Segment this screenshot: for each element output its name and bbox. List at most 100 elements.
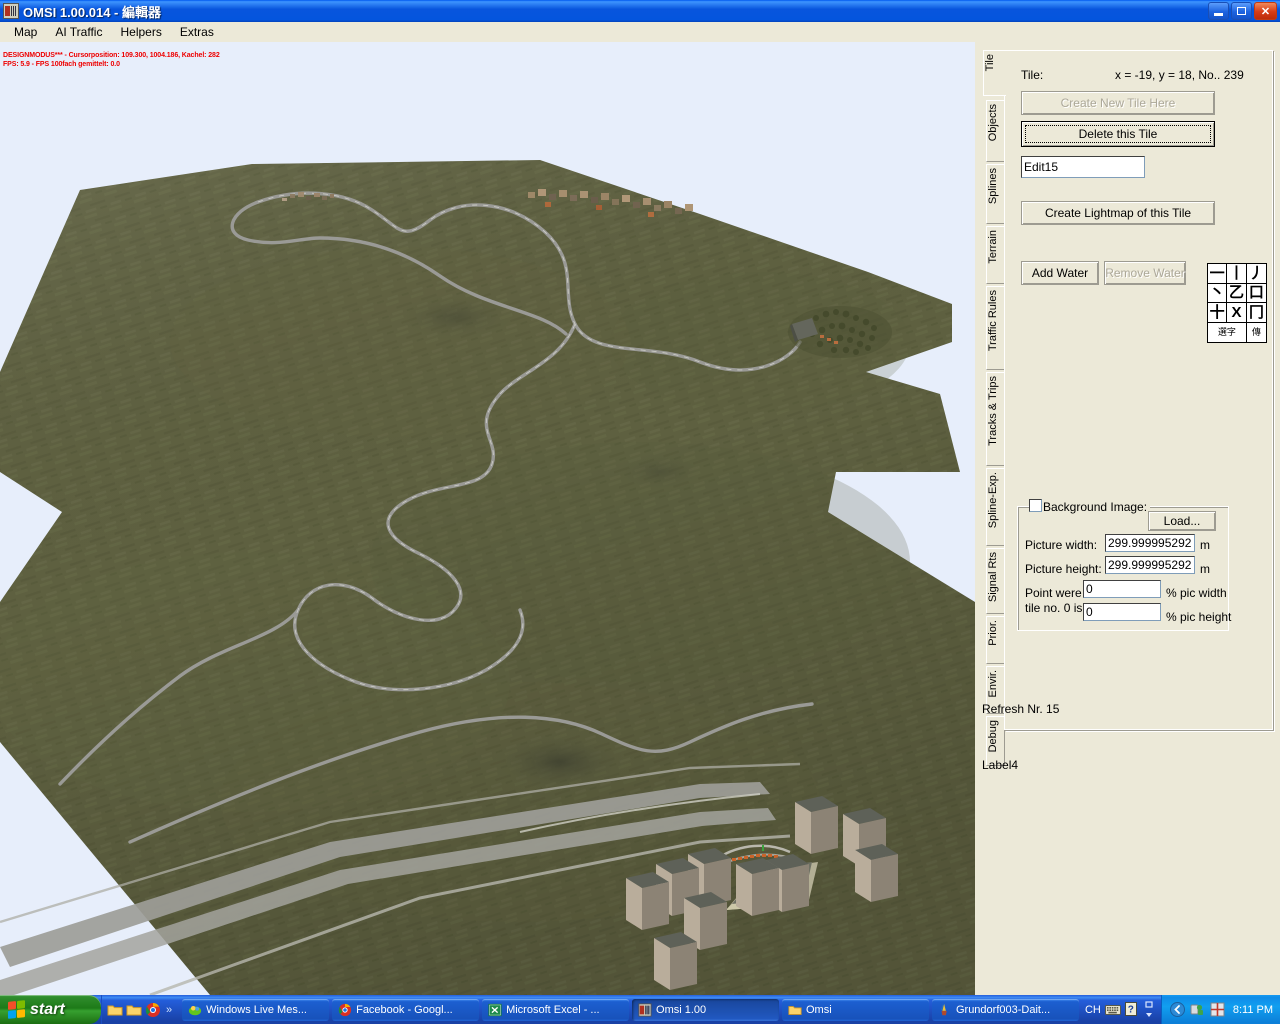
quick-launch-bar: » xyxy=(101,995,177,1024)
title-bar: OMSI 1.00.014 - 編輯器 ✕ xyxy=(0,0,1280,22)
task-button-facebook[interactable]: Facebook - Googl... xyxy=(332,999,479,1021)
picture-width-value: 299.999995292 xyxy=(1108,536,1191,550)
tab-terrain-label: Terrain xyxy=(987,227,999,267)
ime-key-pie[interactable]: 丿 xyxy=(1247,264,1266,284)
keyboard-icon[interactable] xyxy=(1105,1003,1121,1017)
ime-key-dian[interactable]: 丶 xyxy=(1208,284,1227,304)
picture-height-value: 299.999995292 xyxy=(1108,558,1191,572)
tab-terrain[interactable]: Terrain xyxy=(986,226,1005,284)
pic-height-percent-input[interactable]: 0 xyxy=(1083,603,1161,621)
tab-signal-rts[interactable]: Signal Rts xyxy=(986,548,1005,614)
tab-prior-label: Prior. xyxy=(987,617,999,649)
ime-key-cha[interactable]: X xyxy=(1227,303,1246,323)
editor-right-panel: Tile Objects Splines Terrain Traffic Rul… xyxy=(975,42,1280,995)
terrain-landmass xyxy=(0,160,975,995)
create-lightmap-label: Create Lightmap of this Tile xyxy=(1045,206,1191,220)
tab-spline-exp-label: Spline-Exp. xyxy=(987,469,999,531)
windows-logo-icon xyxy=(8,1000,25,1019)
point-were-label-line2: tile no. 0 is: xyxy=(1025,601,1086,615)
tab-traffic-rules[interactable]: Traffic Rules xyxy=(986,286,1005,370)
folder-icon[interactable] xyxy=(107,1002,123,1018)
menu-bar: Map AI Traffic Helpers Extras xyxy=(0,22,1280,42)
point-were-label-line1: Point were xyxy=(1025,586,1082,600)
map-3d-viewport[interactable]: DESIGNMODUS*** - Cursorposition: 109.300… xyxy=(0,42,975,995)
picture-width-input[interactable]: 299.999995292 xyxy=(1105,534,1195,552)
quick-launch-chevron[interactable]: » xyxy=(166,1004,172,1016)
close-button[interactable]: ✕ xyxy=(1254,2,1277,20)
tab-traffic-rules-label: Traffic Rules xyxy=(987,287,999,354)
menu-item-ai-traffic[interactable]: AI Traffic xyxy=(46,23,111,41)
tab-objects[interactable]: Objects xyxy=(986,100,1005,162)
language-bar: CH ? xyxy=(1079,995,1161,1024)
task-button-excel[interactable]: Microsoft Excel - ... xyxy=(482,999,629,1021)
tab-host: Tile Objects Splines Terrain Traffic Rul… xyxy=(983,50,1273,730)
tab-tracks-trips[interactable]: Tracks & Trips xyxy=(986,372,1005,466)
ime-key-zhe[interactable]: 乙 xyxy=(1227,284,1246,304)
tab-tile[interactable]: Tile xyxy=(983,50,1006,96)
folder-icon[interactable] xyxy=(126,1002,142,1018)
show-hidden-icons-chevron[interactable] xyxy=(1170,1002,1185,1017)
ime-key-shi[interactable]: 十 xyxy=(1208,303,1227,323)
tray-app-icon[interactable] xyxy=(1210,1002,1225,1017)
help-icon[interactable]: ? xyxy=(1125,1002,1139,1017)
add-water-button[interactable]: Add Water xyxy=(1021,261,1099,285)
picture-width-unit: m xyxy=(1200,538,1210,552)
network-icon[interactable] xyxy=(1190,1002,1205,1017)
maximize-button[interactable] xyxy=(1231,2,1252,20)
tab-signal-rts-label: Signal Rts xyxy=(987,549,999,605)
excel-icon xyxy=(488,1003,502,1017)
folder-icon xyxy=(788,1003,802,1017)
remove-water-button[interactable]: Remove Water xyxy=(1104,261,1186,285)
picture-height-input[interactable]: 299.999995292 xyxy=(1105,556,1195,574)
task-button-omsi-folder[interactable]: Omsi xyxy=(782,999,929,1021)
omsi-app-icon xyxy=(638,1003,652,1017)
pic-width-percent-input[interactable]: 0 xyxy=(1083,580,1161,598)
debug-overlay-text: DESIGNMODUS*** - Cursorposition: 109.300… xyxy=(3,51,220,69)
ime-key-jiong[interactable]: 冂 xyxy=(1247,303,1266,323)
task-button-messenger[interactable]: Windows Live Mes... xyxy=(182,999,329,1021)
tab-spline-exp[interactable]: Spline-Exp. xyxy=(986,468,1005,546)
ime-language-indicator[interactable]: CH xyxy=(1085,1004,1101,1016)
ime-key-kou[interactable]: 口 xyxy=(1247,284,1266,304)
paint-icon xyxy=(938,1003,952,1017)
clock[interactable]: 8:11 PM xyxy=(1233,1004,1273,1016)
task-button-omsi-app[interactable]: Omsi 1.00 xyxy=(632,999,779,1021)
menu-item-extras[interactable]: Extras xyxy=(171,23,223,41)
tab-debug-label: Debug xyxy=(987,717,999,755)
ime-key-shu[interactable]: 丨 xyxy=(1227,264,1246,284)
ime-key-heng[interactable]: 一 xyxy=(1208,264,1227,284)
menu-item-helpers[interactable]: Helpers xyxy=(111,23,170,41)
ime-stroke-pad[interactable]: 一 丨 丿 丶 乙 口 十 X 冂 選字 傳 xyxy=(1207,263,1267,343)
delete-tile-label: Delete this Tile xyxy=(1079,127,1158,141)
minimize-button[interactable] xyxy=(1208,2,1229,20)
pic-height-percent-unit: % pic height xyxy=(1166,610,1231,624)
delete-tile-button[interactable]: Delete this Tile xyxy=(1021,121,1215,147)
ime-second-key[interactable]: 傳 xyxy=(1247,323,1266,343)
tile-name-input[interactable]: Edit15 xyxy=(1021,156,1145,178)
svg-text:?: ? xyxy=(1128,1005,1134,1016)
label4-status-label: Label4 xyxy=(982,758,1018,772)
create-new-tile-button[interactable]: Create New Tile Here xyxy=(1021,91,1215,115)
debug-line-1: DESIGNMODUS*** - Cursorposition: 109.300… xyxy=(3,51,220,60)
window-title: OMSI 1.00.014 - 編輯器 xyxy=(23,2,161,21)
remove-water-label: Remove Water xyxy=(1105,266,1185,280)
tab-splines[interactable]: Splines xyxy=(986,164,1005,224)
menu-item-map[interactable]: Map xyxy=(5,23,46,41)
chrome-icon xyxy=(338,1003,352,1017)
tab-strip: Tile Objects Splines Terrain Traffic Rul… xyxy=(983,50,1005,730)
ime-arrows-icon[interactable] xyxy=(1143,1001,1155,1019)
client-area: DESIGNMODUS*** - Cursorposition: 109.300… xyxy=(0,42,1280,995)
load-background-button[interactable]: Load... xyxy=(1148,511,1216,531)
tab-objects-label: Objects xyxy=(987,101,999,144)
start-button[interactable]: start xyxy=(0,995,101,1024)
chrome-icon[interactable] xyxy=(145,1002,161,1018)
tab-tracks-trips-label: Tracks & Trips xyxy=(987,373,999,449)
task-button-grundorf[interactable]: Grundorf003-Dait... xyxy=(932,999,1079,1021)
background-image-checkbox[interactable] xyxy=(1029,499,1042,512)
tab-splines-label: Splines xyxy=(987,165,999,207)
create-lightmap-button[interactable]: Create Lightmap of this Tile xyxy=(1021,201,1215,225)
system-tray: 8:11 PM xyxy=(1161,995,1280,1024)
ime-select-char-button[interactable]: 選字 xyxy=(1208,323,1247,343)
add-water-label: Add Water xyxy=(1032,266,1088,280)
tab-prior[interactable]: Prior. xyxy=(986,616,1005,664)
